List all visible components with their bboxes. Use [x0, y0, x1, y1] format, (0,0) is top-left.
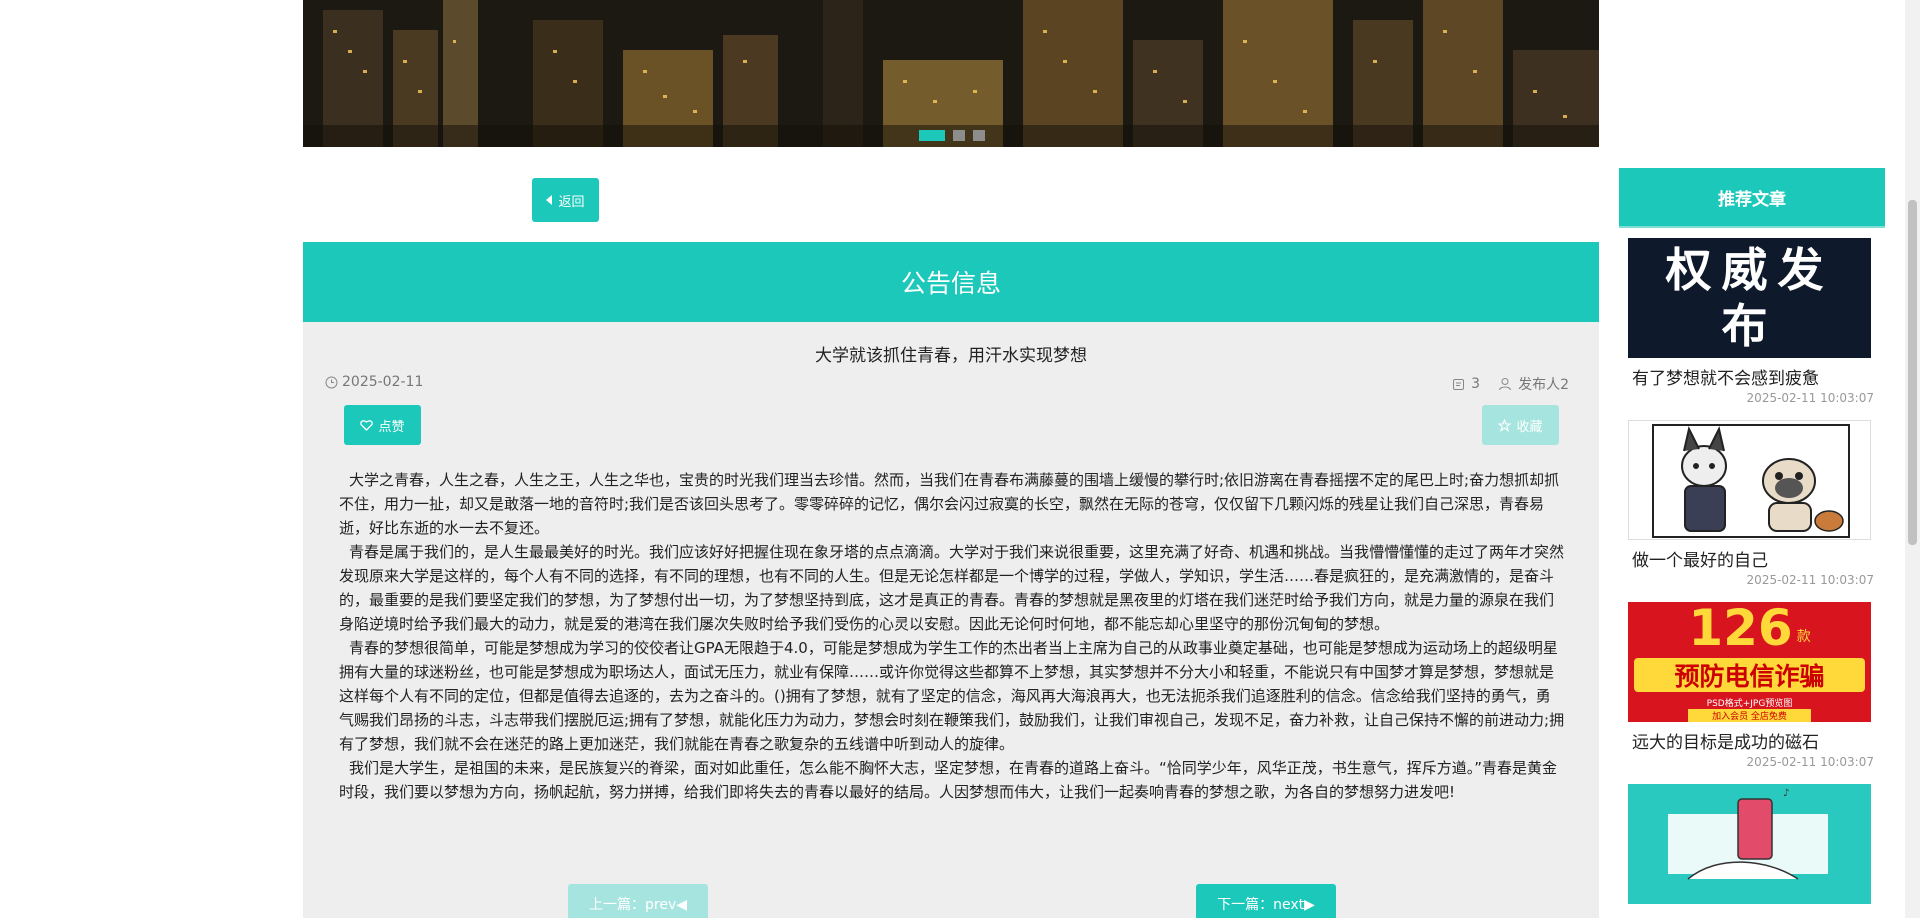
favorite-button[interactable]: 收藏: [1482, 405, 1559, 445]
card-thumbnail[interactable]: 126 款 预防电信诈骗 PSD格式+JPG预览图 加入会员 全店免费: [1628, 602, 1871, 722]
article-meta: 3 发布人2: [1452, 374, 1569, 394]
favorite-label: 收藏: [1516, 419, 1543, 435]
hero-banner: [303, 0, 1599, 147]
carousel-dot-1[interactable]: [919, 130, 945, 141]
card-title[interactable]: 有了梦想就不会感到疲惫: [1628, 364, 1874, 389]
card-title[interactable]: 远大的目标是成功的磁石: [1628, 728, 1874, 753]
card-thumbnail[interactable]: ♪: [1628, 784, 1871, 904]
like-label: 点赞: [378, 419, 405, 435]
cartoon-dogs-image: [1652, 424, 1850, 538]
page-scrollbar[interactable]: [1905, 0, 1920, 918]
panel-header: 公告信息: [303, 242, 1599, 322]
thumb-small-text: PSD格式+JPG预览图: [1706, 699, 1793, 709]
svg-text:♪: ♪: [1783, 788, 1789, 799]
card-thumbnail[interactable]: [1628, 420, 1871, 540]
date-text: 2025-02-11: [342, 374, 424, 390]
panel-title: 公告信息: [900, 269, 1001, 298]
comment-count: 3: [1471, 376, 1481, 392]
card-date: 2025-02-11 10:03:07: [1746, 755, 1874, 769]
article-title: 大学就该抓住青春，用汗水实现梦想: [815, 346, 1087, 366]
next-label: 下一篇：next▶: [1217, 897, 1315, 913]
next-article-button[interactable]: 下一篇：next▶: [1196, 884, 1336, 918]
thumb-banner: 预防电信诈骗: [1634, 658, 1865, 692]
carousel-dot-2[interactable]: [953, 130, 965, 141]
card-date: 2025-02-11 10:03:07: [1746, 391, 1874, 405]
recommended-card[interactable]: 权威发布 有了梦想就不会感到疲惫 2025-02-11 10:03:07: [1628, 238, 1874, 405]
scrollbar-thumb[interactable]: [1908, 200, 1917, 545]
back-button-label: 返回: [558, 194, 585, 210]
author-name: 发布人2: [1518, 377, 1569, 393]
comment-icon: [1453, 378, 1465, 390]
back-button[interactable]: 返回: [532, 178, 599, 222]
sidebar-title: 推荐文章: [1619, 168, 1885, 228]
like-button[interactable]: 点赞: [344, 405, 421, 445]
heart-icon: [360, 420, 374, 431]
thumb-main-text: 预防电信诈骗: [1674, 662, 1825, 691]
recommended-card[interactable]: ♪: [1628, 784, 1874, 910]
user-icon: [1499, 378, 1512, 391]
star-icon: [1498, 418, 1512, 432]
thumbnail-caption: 权威发布: [1665, 243, 1834, 353]
clock-icon: [325, 376, 338, 388]
card-thumbnail[interactable]: 权威发布: [1628, 238, 1871, 358]
article-date: 2025-02-11: [325, 374, 423, 390]
city-skyline-image: [303, 0, 1599, 147]
paragraph: 青春的梦想很简单，可能是梦想成为学习的佼佼者让GPA无限趋于4.0，可能是梦想成…: [339, 639, 1565, 753]
prev-article-button[interactable]: 上一篇：prev◀: [568, 884, 708, 918]
thumb-number-row: 126 款: [1628, 602, 1871, 654]
caret-left-icon: [546, 195, 553, 205]
recommended-card[interactable]: 做一个最好的自己 2025-02-11 10:03:07: [1628, 420, 1874, 587]
article-panel: 公告信息 大学就该抓住青春，用汗水实现梦想 2025-02-11 3 发布人2 …: [303, 242, 1599, 918]
article-content: 大学之青春，人生之春，人生之王，人生之华也，宝贵的时光我们理当去珍惜。然而，当我…: [339, 468, 1565, 804]
hand-phone-image: ♪: [1668, 788, 1828, 880]
carousel-indicators: [919, 130, 985, 141]
paragraph: 大学之青春，人生之春，人生之王，人生之华也，宝贵的时光我们理当去珍惜。然而，当我…: [339, 471, 1560, 537]
thumb-unit: 款: [1796, 629, 1811, 645]
paragraph: 我们是大学生，是祖国的未来，是民族复兴的脊梁，面对如此重任，怎么能不胸怀大志，坚…: [339, 759, 1558, 801]
paragraph: 青春是属于我们的，是人生最最美好的时光。我们应该好好把握住现在象牙塔的点点滴滴。…: [339, 543, 1565, 633]
recommended-card[interactable]: 126 款 预防电信诈骗 PSD格式+JPG预览图 加入会员 全店免费 远大的目…: [1628, 602, 1874, 769]
card-title[interactable]: 做一个最好的自己: [1628, 546, 1874, 571]
thumb-number: 126: [1688, 602, 1793, 657]
prev-label: 上一篇：prev◀: [589, 897, 687, 913]
carousel-dot-3[interactable]: [973, 130, 985, 141]
thumb-foot-text: 加入会员 全店免费: [1688, 709, 1811, 722]
recommended-sidebar: 推荐文章 权威发布 有了梦想就不会感到疲惫 2025-02-11 10:03:0…: [1619, 168, 1885, 918]
card-date: 2025-02-11 10:03:07: [1746, 573, 1874, 587]
